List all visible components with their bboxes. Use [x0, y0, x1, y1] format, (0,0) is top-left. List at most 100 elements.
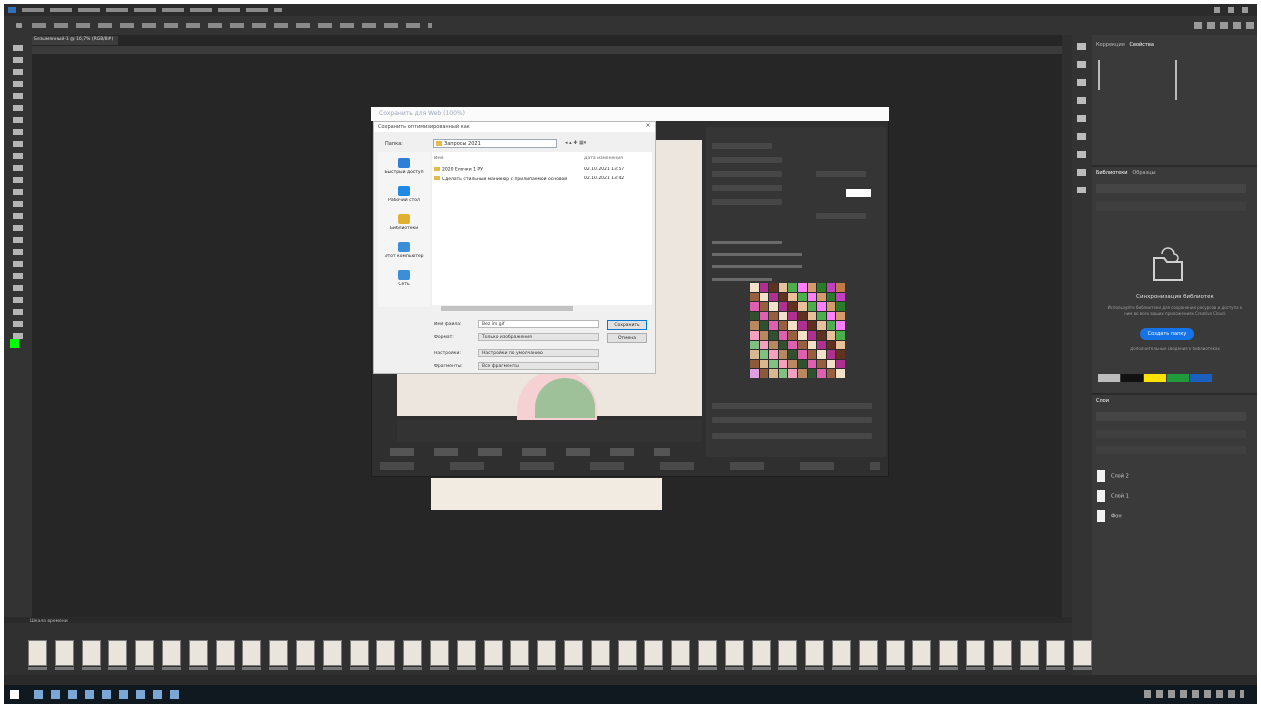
timeline-frame[interactable]	[698, 640, 717, 666]
color-table-cell[interactable]	[778, 292, 788, 302]
frame-delay[interactable]	[698, 667, 717, 670]
property-control-2[interactable]	[1175, 60, 1189, 100]
color-table-cell[interactable]	[826, 321, 836, 330]
color-table-cell[interactable]	[788, 350, 797, 359]
color-table-cell[interactable]	[759, 283, 769, 292]
color-table-cell[interactable]	[807, 321, 817, 330]
format-select[interactable]: Только изображения	[478, 333, 599, 341]
timeline-frame[interactable]	[349, 640, 369, 666]
color-table-cell[interactable]	[778, 330, 788, 340]
frame-delay[interactable]	[403, 667, 423, 670]
color-table-cell[interactable]	[750, 311, 759, 321]
timeline-frame[interactable]	[858, 640, 878, 666]
color-table-cell[interactable]	[826, 330, 836, 340]
color-table-cell[interactable]	[750, 321, 759, 330]
frame-delay[interactable]	[724, 667, 744, 670]
swatch-yellow[interactable]	[1144, 374, 1166, 382]
timeline-frame[interactable]	[135, 640, 155, 666]
windows-start-icon[interactable]	[10, 690, 19, 699]
color-table[interactable]	[750, 283, 845, 378]
color-table-cell[interactable]	[817, 350, 826, 359]
frame-delay[interactable]	[108, 667, 128, 670]
color-table-cell[interactable]	[750, 330, 759, 340]
timeline-frame[interactable]	[537, 640, 557, 666]
place-star[interactable]: Быстрый доступ	[378, 158, 430, 175]
frame-delay[interactable]	[1073, 667, 1093, 670]
color-table-cell[interactable]	[769, 321, 778, 330]
format-select[interactable]	[712, 157, 782, 163]
tab-adjustments[interactable]: Коррекция	[1096, 42, 1125, 48]
frame-delay[interactable]	[564, 667, 583, 670]
document-tab[interactable]: Безымянный-1 @ 16,7% (RGB/8#)	[32, 36, 118, 45]
color-table-cell[interactable]	[807, 302, 817, 311]
color-table-cell[interactable]	[788, 359, 797, 369]
color-table-cell[interactable]	[759, 292, 769, 302]
color-table-cell[interactable]	[769, 369, 778, 378]
color-table-cell[interactable]	[836, 359, 845, 369]
foreground-color-swatch[interactable]	[10, 339, 19, 348]
frame-delay[interactable]	[28, 667, 47, 670]
frame-delay[interactable]	[966, 667, 985, 670]
color-table-cell[interactable]	[750, 350, 759, 359]
color-table-cell[interactable]	[826, 302, 836, 311]
color-table-cell[interactable]	[798, 359, 807, 369]
timeline-frame[interactable]	[215, 640, 235, 666]
color-table-cell[interactable]	[826, 350, 836, 359]
timeline-frame[interactable]	[242, 640, 262, 666]
color-table-cell[interactable]	[759, 369, 769, 378]
color-table-cell[interactable]	[778, 369, 788, 378]
color-table-cell[interactable]	[826, 340, 836, 350]
color-table-cell[interactable]	[750, 292, 759, 302]
layer-filter[interactable]	[1096, 412, 1246, 421]
workspace-icons[interactable]	[1194, 22, 1254, 29]
color-table-cell[interactable]	[759, 321, 769, 330]
color-table-cell[interactable]	[750, 369, 759, 378]
timeline-frame[interactable]	[162, 640, 181, 666]
color-table-cell[interactable]	[778, 340, 788, 350]
timeline-frame[interactable]	[54, 640, 74, 666]
color-table-cell[interactable]	[769, 359, 778, 369]
layer-row[interactable]: Фон	[1097, 510, 1122, 522]
color-table-cell[interactable]	[807, 350, 817, 359]
color-table-cell[interactable]	[769, 283, 778, 292]
frame-delay[interactable]	[832, 667, 851, 670]
color-table-cell[interactable]	[778, 302, 788, 311]
frame-delay[interactable]	[81, 667, 101, 670]
color-table-cell[interactable]	[750, 302, 759, 311]
color-table-cell[interactable]	[788, 340, 797, 350]
frame-delay[interactable]	[54, 667, 74, 670]
color-table-cell[interactable]	[826, 359, 836, 369]
color-table-cell[interactable]	[798, 292, 807, 302]
taskbar-apps[interactable]	[34, 690, 184, 699]
animation-controls[interactable]	[712, 433, 872, 439]
color-table-cell[interactable]	[750, 340, 759, 350]
layer-row[interactable]: Слой 2	[1097, 470, 1129, 482]
color-table-cell[interactable]	[826, 283, 836, 292]
frame-delay[interactable]	[617, 667, 637, 670]
folder-select[interactable]: Запросы 2021	[433, 139, 557, 148]
layer-row[interactable]: Слой 1	[1097, 490, 1129, 502]
timeline-frame[interactable]	[81, 640, 101, 666]
frame-delay[interactable]	[510, 667, 530, 670]
color-table-cell[interactable]	[778, 311, 788, 321]
timeline-frame[interactable]	[805, 640, 825, 666]
timeline-frame[interactable]	[617, 640, 637, 666]
color-table-cell[interactable]	[759, 350, 769, 359]
settings-select[interactable]: Настройки по умолчанию	[478, 349, 599, 357]
color-table-cell[interactable]	[817, 330, 826, 340]
color-table-cell[interactable]	[778, 359, 788, 369]
timeline-frame[interactable]	[510, 640, 530, 666]
color-table-cell[interactable]	[836, 330, 845, 340]
color-table-cell[interactable]	[788, 302, 797, 311]
timeline-frame[interactable]	[376, 640, 396, 666]
frame-delay[interactable]	[858, 667, 878, 670]
folder-nav-icons[interactable]: ◂ ▴ ✚ ▦▾	[565, 140, 586, 146]
color-table-cell[interactable]	[817, 292, 826, 302]
timeline-frame[interactable]	[564, 640, 583, 666]
timeline-frame[interactable]	[28, 640, 47, 666]
color-table-cell[interactable]	[817, 340, 826, 350]
blend-mode[interactable]	[1096, 430, 1246, 438]
color-table-cell[interactable]	[836, 311, 845, 321]
color-table-cell[interactable]	[807, 330, 817, 340]
color-table-cell[interactable]	[778, 321, 788, 330]
